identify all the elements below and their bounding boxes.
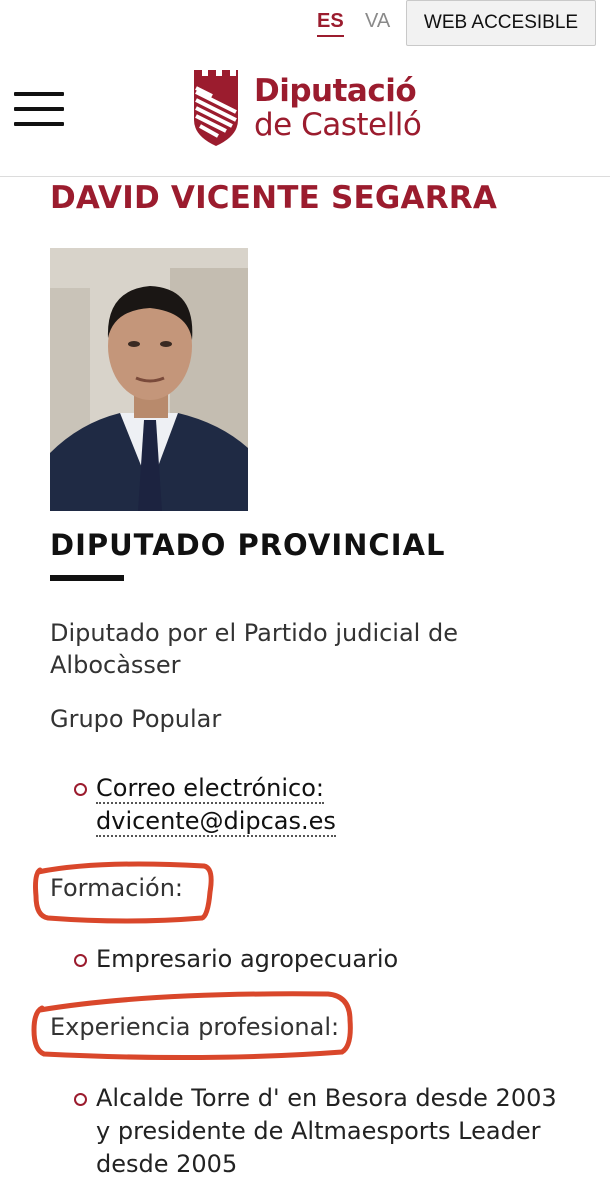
shield-logo-icon [194,70,238,146]
site-logo[interactable]: Diputació de Castelló [192,70,432,148]
experiencia-item-text: Alcalde Torre d' en Besora desde 2003 y … [96,1082,557,1181]
menu-icon[interactable] [14,92,64,126]
bullet-icon [74,783,87,796]
role-heading: DIPUTADO PROVINCIAL [50,528,446,562]
description-line-1: Diputado por el Partido judicial de [50,619,458,647]
language-es-link[interactable]: ES [317,10,344,37]
email-label-link[interactable]: Correo electrónico: [96,774,324,804]
logo-line-2: de Castelló [254,107,422,143]
group: Grupo Popular [50,705,222,733]
logo-text: Diputació de Castelló [254,73,422,143]
annotation-circle-experiencia [31,991,353,1060]
site-header: Diputació de Castelló [0,50,610,177]
email-link[interactable]: dvicente@dipcas.es [96,807,336,837]
role-underline [50,575,124,581]
formacion-item-text: Empresario agropecuario [96,945,399,973]
bullet-icon [74,1093,87,1106]
description: Diputado por el Partido judicial de Albo… [50,617,550,681]
language-va-link[interactable]: VA [365,10,390,33]
language-bar: ES VA WEB ACCESIBLE [0,0,610,50]
experiencia-line-1: Alcalde Torre d' en Besora desde 2003 [96,1084,557,1112]
experiencia-line-3: desde 2005 [96,1150,238,1178]
page-title: DAVID VICENTE SEGARRA [50,180,498,216]
experiencia-line-2: y presidente de Altmaesports Leader [96,1117,541,1145]
web-accessible-button[interactable]: WEB ACCESIBLE [406,0,596,46]
annotation-circle-formacion [33,861,214,924]
profile-photo [50,248,248,511]
description-line-2: Albocàsser [50,651,181,679]
bullet-icon [74,954,87,967]
logo-line-1: Diputació [254,73,417,109]
